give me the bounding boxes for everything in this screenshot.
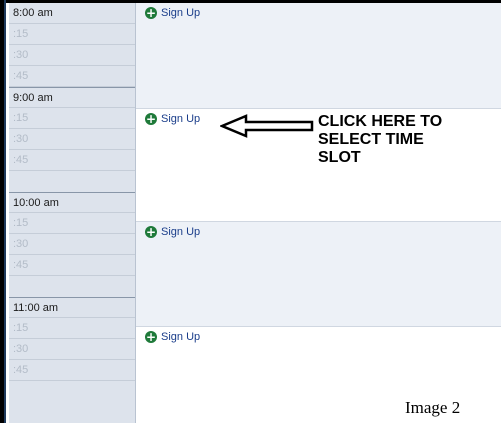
time-row: 8:00 am <box>9 3 135 24</box>
sign-up-label: Sign Up <box>161 331 201 343</box>
time-row: :15 <box>9 108 135 129</box>
quarter-label: :15 <box>13 322 29 334</box>
hour-label: 8:00 am <box>13 7 53 19</box>
time-row: :30 <box>9 129 135 150</box>
time-row: :15 <box>9 213 135 234</box>
quarter-label: :30 <box>13 238 29 250</box>
time-row: :15 <box>9 24 135 45</box>
quarter-label: :30 <box>13 343 29 355</box>
time-row: :45 <box>9 255 135 276</box>
time-row: 10:00 am <box>9 192 135 213</box>
time-row-spacer <box>9 276 135 297</box>
time-column: 8:00 am :15 :30 :45 9:00 am :15 :30 :45 … <box>9 3 136 423</box>
hour-label: 10:00 am <box>13 197 59 209</box>
screenshot-frame: 8:00 am :15 :30 :45 9:00 am :15 :30 :45 … <box>0 0 501 423</box>
quarter-label: :45 <box>13 364 29 376</box>
sign-up-link-11am[interactable]: + Sign Up <box>145 331 200 343</box>
time-row: :30 <box>9 339 135 360</box>
hour-label: 9:00 am <box>13 92 53 104</box>
time-row: :45 <box>9 360 135 381</box>
plus-circle-icon: + <box>145 112 157 126</box>
left-arrow-icon <box>220 114 314 138</box>
image-caption: Image 2 <box>405 398 461 417</box>
annotation-line: SELECT TIME <box>318 131 424 148</box>
quarter-label: :30 <box>13 49 29 61</box>
time-row: :30 <box>9 234 135 255</box>
hour-label: 11:00 am <box>13 302 59 314</box>
time-row-spacer <box>9 381 135 402</box>
quarter-label: :45 <box>13 154 29 166</box>
frame-left-border-inner <box>4 0 6 423</box>
quarter-label: :15 <box>13 112 29 124</box>
sign-up-link-8am[interactable]: + Sign Up <box>145 7 200 19</box>
sign-up-label: Sign Up <box>161 226 201 238</box>
sign-up-link-9am[interactable]: + Sign Up <box>145 113 200 125</box>
slot-column: + Sign Up + Sign Up + Sign Up + Sign Up <box>136 3 501 423</box>
quarter-label: :45 <box>13 259 29 271</box>
sign-up-link-10am[interactable]: + Sign Up <box>145 226 200 238</box>
time-row: 11:00 am <box>9 297 135 318</box>
annotation-line: CLICK HERE TO <box>318 113 443 130</box>
quarter-label: :15 <box>13 28 29 40</box>
time-row-spacer <box>9 171 135 192</box>
plus-circle-icon: + <box>145 225 157 239</box>
time-row: :45 <box>9 66 135 87</box>
time-row: :30 <box>9 45 135 66</box>
quarter-label: :30 <box>13 133 29 145</box>
annotation-line: SLOT <box>318 149 361 166</box>
quarter-label: :15 <box>13 217 29 229</box>
time-row: 9:00 am <box>9 87 135 108</box>
sign-up-label: Sign Up <box>161 113 201 125</box>
time-slot-10am: + Sign Up <box>136 222 501 327</box>
time-slot-8am: + Sign Up <box>136 3 501 109</box>
sign-up-label: Sign Up <box>161 7 201 19</box>
plus-circle-icon: + <box>145 6 157 20</box>
quarter-label: :45 <box>13 70 29 82</box>
annotation-text: CLICK HERE TO SELECT TIME SLOT <box>318 113 442 167</box>
plus-circle-icon: + <box>145 330 157 344</box>
time-row: :45 <box>9 150 135 171</box>
time-row: :15 <box>9 318 135 339</box>
